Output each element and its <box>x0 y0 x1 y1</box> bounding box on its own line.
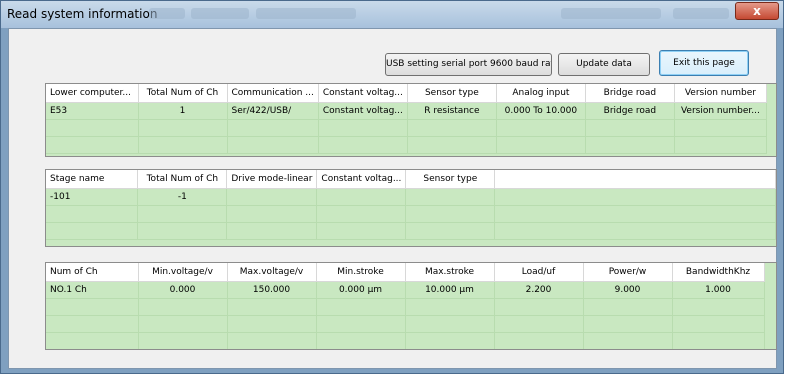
column-header[interactable]: Num of Ch <box>46 263 139 282</box>
table-cell: Bridge road <box>585 102 675 120</box>
blurred-background <box>561 8 661 19</box>
table-cell: 0.000 To 10.000 <box>496 102 586 120</box>
table-cell: R resistance <box>407 102 497 120</box>
close-icon: x <box>753 4 761 18</box>
table-row[interactable]: E53 1 Ser/422/USB/ Constant voltag... R … <box>46 102 767 120</box>
column-header[interactable]: Communication ... <box>227 84 319 103</box>
column-header-filler <box>494 170 776 189</box>
table-cell: Version number... <box>674 102 767 120</box>
table-header-row: Num of Ch Min.voltage/v Max.voltage/v Mi… <box>46 263 765 282</box>
exit-page-button[interactable]: Exit this page <box>659 50 749 76</box>
blurred-background <box>149 8 185 19</box>
system-info-table[interactable]: Lower computer... Total Num of Ch Commun… <box>45 83 777 157</box>
table-cell: Ser/422/USB/ <box>227 102 319 120</box>
window-title: Read system information <box>7 7 158 21</box>
close-button[interactable]: x <box>735 2 779 20</box>
column-header[interactable]: Min.stroke <box>316 263 406 282</box>
blurred-background <box>673 8 729 19</box>
column-header[interactable]: Min.voltage/v <box>138 263 228 282</box>
table-row-empty <box>46 315 765 333</box>
window: Read system information x USB setting se… <box>0 0 784 374</box>
table-row-empty <box>46 298 765 316</box>
table-cell: -1 <box>137 188 228 206</box>
table-header-row: Lower computer... Total Num of Ch Commun… <box>46 84 767 103</box>
table-cell: 150.000 <box>227 281 317 299</box>
column-header[interactable]: Bridge road <box>585 84 675 103</box>
table-header-row: Stage name Total Num of Ch Drive mode-li… <box>46 170 776 189</box>
column-header[interactable]: Max.voltage/v <box>227 263 317 282</box>
table-cell: 10.000 μm <box>405 281 495 299</box>
table-row-empty <box>46 222 776 240</box>
table-cell <box>316 188 407 206</box>
column-header[interactable]: Power/w <box>583 263 673 282</box>
table-cell: E53 <box>46 102 139 120</box>
table-cell: 9.000 <box>583 281 673 299</box>
column-header[interactable]: Total Num of Ch <box>137 170 228 189</box>
column-header[interactable]: Stage name <box>46 170 139 189</box>
column-header[interactable]: Sensor type <box>407 84 497 103</box>
column-header[interactable]: Max.stroke <box>405 263 495 282</box>
column-header[interactable]: Constant voltag... <box>318 84 408 103</box>
table-cell: 0.000 μm <box>316 281 406 299</box>
column-header[interactable]: Load/uf <box>494 263 584 282</box>
column-header[interactable]: Lower computer... <box>46 84 139 103</box>
table-cell <box>405 188 496 206</box>
table-row[interactable]: NO.1 Ch 0.000 150.000 0.000 μm 10.000 μm… <box>46 281 765 299</box>
stage-info-table[interactable]: Stage name Total Num of Ch Drive mode-li… <box>45 169 777 247</box>
client-area: USB setting serial port 9600 baud rate U… <box>8 28 777 369</box>
table-cell: Constant voltag... <box>318 102 408 120</box>
column-header[interactable]: BandwidthKhz <box>672 263 765 282</box>
table-cell: 2.200 <box>494 281 584 299</box>
table-cell: 0.000 <box>138 281 228 299</box>
table-cell <box>226 188 318 206</box>
column-header[interactable]: Constant voltag... <box>316 170 407 189</box>
usb-serial-setting-button[interactable]: USB setting serial port 9600 baud rate <box>385 53 552 76</box>
table-cell: NO.1 Ch <box>46 281 139 299</box>
column-header[interactable]: Version number <box>674 84 767 103</box>
update-data-button[interactable]: Update data <box>558 53 650 76</box>
table-row[interactable]: -101 -1 <box>46 188 776 206</box>
column-header[interactable]: Sensor type <box>405 170 496 189</box>
table-cell: -101 <box>46 188 139 206</box>
column-header[interactable]: Drive mode-linear <box>226 170 318 189</box>
table-row-empty <box>46 332 765 349</box>
table-cell: 1.000 <box>672 281 765 299</box>
blurred-background <box>191 8 249 19</box>
channel-info-table[interactable]: Num of Ch Min.voltage/v Max.voltage/v Mi… <box>45 262 777 350</box>
column-header[interactable]: Total Num of Ch <box>138 84 228 103</box>
column-header[interactable]: Analog input <box>496 84 586 103</box>
table-row-empty <box>46 205 776 223</box>
blurred-background <box>256 8 356 19</box>
table-row-empty <box>46 136 767 154</box>
title-bar[interactable]: Read system information x <box>1 1 783 28</box>
table-row-empty <box>46 119 767 137</box>
table-cell: 1 <box>138 102 228 120</box>
